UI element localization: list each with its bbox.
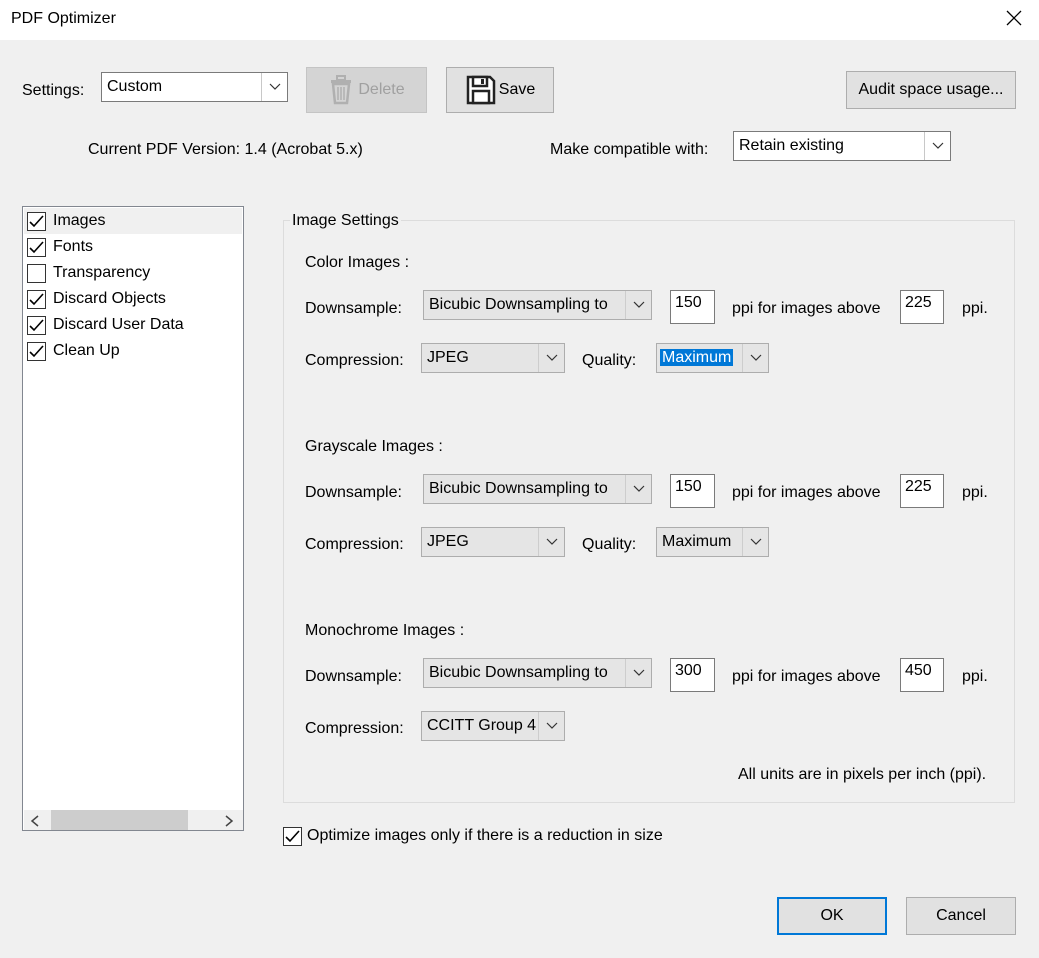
window-title: PDF Optimizer [11, 10, 116, 27]
checkbox-unchecked-icon[interactable] [27, 263, 46, 283]
grayscale-quality-label: Quality: [582, 536, 637, 553]
chevron-down-icon [538, 528, 564, 556]
panel-item-label: Clean Up [53, 342, 120, 359]
panel-item-images[interactable]: Images [27, 209, 105, 233]
color-compression-dropdown[interactable]: JPEG [421, 343, 565, 373]
panel-item-label: Discard Objects [53, 290, 166, 307]
delete-label: Delete [358, 81, 405, 98]
ppi-unit-label: ppi. [962, 300, 988, 317]
chevron-down-icon [538, 712, 564, 740]
scrollbar-thumb[interactable] [51, 810, 188, 830]
compatible-with-label: Make compatible with: [550, 141, 709, 158]
chevron-down-icon [742, 528, 768, 556]
settings-label: Settings: [22, 82, 85, 99]
mono-downsample-label: Downsample: [305, 668, 402, 685]
grayscale-quality-dropdown[interactable]: Maximum [656, 527, 769, 557]
compatible-with-value: Retain existing [739, 137, 844, 154]
chevron-down-icon [261, 73, 287, 101]
floppy-disk-icon [465, 74, 497, 106]
grayscale-above-input[interactable]: 225 [900, 474, 944, 508]
audit-space-usage-button[interactable]: Audit space usage... [846, 71, 1016, 109]
panel-item-clean-up[interactable]: Clean Up [27, 339, 120, 363]
grayscale-compression-value: JPEG [427, 533, 469, 550]
delete-button[interactable]: Delete [306, 67, 427, 113]
chevron-down-icon [742, 344, 768, 372]
ok-button[interactable]: OK [777, 897, 887, 935]
panel-item-label: Images [53, 212, 106, 229]
horizontal-scrollbar[interactable] [24, 810, 243, 830]
mono-downsample-dropdown[interactable]: Bicubic Downsampling to [423, 658, 652, 688]
settings-value: Custom [107, 78, 163, 95]
color-downsample-label: Downsample: [305, 300, 402, 317]
panel-item-label: Transparency [53, 264, 151, 281]
grayscale-quality-value: Maximum [662, 533, 732, 550]
current-pdf-version: Current PDF Version: 1.4 (Acrobat 5.x) [88, 141, 363, 158]
grayscale-images-heading: Grayscale Images : [305, 438, 443, 455]
mono-compression-dropdown[interactable]: CCITT Group 4 [421, 711, 565, 741]
chevron-down-icon [924, 132, 950, 160]
ppi-above-label: ppi for images above [732, 300, 881, 317]
settings-dropdown[interactable]: Custom [101, 72, 288, 102]
color-images-heading: Color Images : [305, 254, 410, 271]
cancel-button[interactable]: Cancel [906, 897, 1016, 935]
checkbox-checked-icon[interactable] [27, 341, 46, 361]
chevron-down-icon [625, 475, 651, 503]
units-note: All units are in pixels per inch (ppi). [738, 766, 987, 783]
color-above-input[interactable]: 225 [900, 290, 944, 324]
image-settings-title: Image Settings [290, 211, 401, 231]
save-button[interactable]: Save [446, 67, 554, 113]
panel-item-label: Discard User Data [53, 316, 184, 333]
panel-item-transparency[interactable]: Transparency [27, 261, 150, 285]
color-quality-value: Maximum [660, 349, 734, 366]
checkbox-checked-icon[interactable] [27, 237, 46, 257]
chevron-left-icon[interactable] [30, 814, 40, 832]
grayscale-ppi-input[interactable]: 150 [670, 474, 715, 508]
close-icon[interactable] [1004, 8, 1024, 28]
title-bar [0, 0, 1039, 40]
ppi-unit-label: ppi. [962, 484, 988, 501]
save-label: Save [498, 81, 536, 98]
grayscale-compression-dropdown[interactable]: JPEG [421, 527, 565, 557]
grayscale-downsample-dropdown[interactable]: Bicubic Downsampling to [423, 474, 652, 504]
chevron-down-icon [625, 659, 651, 687]
compatible-with-dropdown[interactable]: Retain existing [733, 131, 951, 161]
panel-list[interactable]: Images Fonts Transparency Discard Object… [22, 206, 244, 831]
ppi-unit-label: ppi. [962, 668, 988, 685]
checkbox-checked-icon[interactable] [27, 211, 46, 231]
checkbox-checked-icon[interactable] [27, 315, 46, 335]
color-downsample-value: Bicubic Downsampling to [429, 296, 608, 313]
panel-item-fonts[interactable]: Fonts [27, 235, 93, 259]
ppi-above-label: ppi for images above [732, 484, 881, 501]
color-downsample-dropdown[interactable]: Bicubic Downsampling to [423, 290, 652, 320]
checkbox-checked-icon[interactable] [27, 289, 46, 309]
grayscale-compression-label: Compression: [305, 536, 404, 553]
mono-ppi-input[interactable]: 300 [670, 658, 715, 692]
mono-compression-label: Compression: [305, 720, 404, 737]
mono-compression-value: CCITT Group 4 [427, 717, 537, 734]
color-ppi-input[interactable]: 150 [670, 290, 715, 324]
color-compression-label: Compression: [305, 352, 404, 369]
mono-above-input[interactable]: 450 [900, 658, 944, 692]
checkbox-checked-icon[interactable] [283, 826, 302, 846]
panel-item-label: Fonts [53, 238, 94, 255]
panel-item-discard-objects[interactable]: Discard Objects [27, 287, 166, 311]
color-quality-label: Quality: [582, 352, 637, 369]
color-compression-value: JPEG [427, 349, 469, 366]
monochrome-images-heading: Monochrome Images : [305, 622, 465, 639]
chevron-right-icon[interactable] [224, 814, 234, 832]
optimize-only-checkbox-row[interactable]: Optimize images only if there is a reduc… [283, 826, 663, 846]
trash-icon [328, 75, 354, 105]
mono-downsample-value: Bicubic Downsampling to [429, 664, 608, 681]
color-quality-dropdown[interactable]: Maximum [656, 343, 769, 373]
chevron-down-icon [538, 344, 564, 372]
ppi-above-label: ppi for images above [732, 668, 881, 685]
chevron-down-icon [625, 291, 651, 319]
optimize-only-label: Optimize images only if there is a reduc… [307, 827, 663, 844]
grayscale-downsample-value: Bicubic Downsampling to [429, 480, 608, 497]
grayscale-downsample-label: Downsample: [305, 484, 402, 501]
panel-item-discard-user-data[interactable]: Discard User Data [27, 313, 184, 337]
